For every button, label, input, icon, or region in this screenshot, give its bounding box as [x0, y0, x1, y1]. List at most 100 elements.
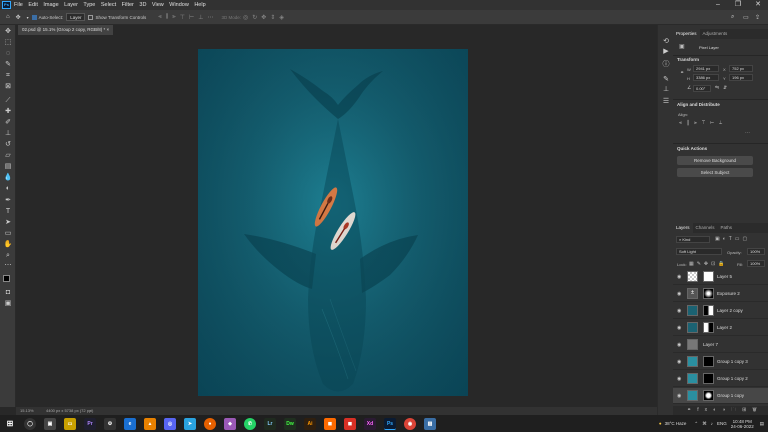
align-buttons-row[interactable]: ⫷⫼⫸⊤⊢⊥: [679, 120, 727, 126]
windows-start-icon[interactable]: ⊞: [4, 418, 16, 430]
visibility-eye-icon[interactable]: ◉: [677, 308, 681, 314]
close-icon[interactable]: ✕: [748, 0, 768, 10]
gradient-tool-icon[interactable]: ▤: [2, 162, 14, 171]
visibility-eye-icon[interactable]: ◉: [677, 393, 681, 399]
visibility-eye-icon[interactable]: ◉: [677, 291, 681, 297]
history-icon[interactable]: ⟲: [661, 37, 671, 45]
menu-3d[interactable]: 3D: [139, 2, 146, 8]
clock[interactable]: 10:48 PM 24-06-2022: [731, 419, 754, 429]
more-options-icon[interactable]: ⋯: [207, 14, 213, 21]
illustrator-icon[interactable]: Ai: [304, 417, 316, 430]
healing-brush-tool-icon[interactable]: ✚: [2, 107, 14, 116]
volume-icon[interactable]: ♪: [711, 421, 713, 426]
hand-tool-icon[interactable]: ✋: [2, 240, 14, 249]
flip-horizontal-icon[interactable]: ⇋: [715, 85, 719, 91]
move-tool-icon[interactable]: ✥: [2, 27, 14, 36]
blend-mode-select[interactable]: Soft Light: [676, 248, 722, 255]
firefox-icon[interactable]: ●: [204, 417, 216, 430]
info-icon[interactable]: ⓘ: [661, 59, 671, 69]
close-tab-icon[interactable]: ×: [107, 27, 110, 32]
tray-chevron-icon[interactable]: ⌃: [694, 421, 698, 427]
app-orange-icon[interactable]: ◼: [324, 417, 336, 430]
actions-icon[interactable]: ▶: [661, 47, 671, 55]
auto-select-target-select[interactable]: Layer: [66, 13, 86, 21]
pen-tool-icon[interactable]: ✒: [2, 196, 14, 205]
dreamweaver-icon[interactable]: Dw: [284, 417, 296, 430]
menu-image[interactable]: Image: [43, 2, 58, 8]
document-dimensions[interactable]: 4400 px x 5738 px (72 ppi): [46, 407, 93, 415]
align-left-icon[interactable]: ⫷: [158, 14, 161, 21]
menu-file[interactable]: File: [14, 2, 23, 8]
restore-icon[interactable]: ❐: [728, 0, 748, 10]
zoom-level[interactable]: 15.13%: [20, 407, 34, 415]
type-tool-icon[interactable]: T: [2, 207, 14, 216]
language-indicator[interactable]: ENG: [717, 421, 727, 426]
menu-help[interactable]: Help: [194, 2, 205, 8]
history-brush-tool-icon[interactable]: ↺: [2, 140, 14, 149]
align-middle-icon[interactable]: ⊢: [189, 14, 194, 21]
notifications-icon[interactable]: ▤: [760, 421, 764, 427]
more-align-icon[interactable]: ⋯: [745, 130, 750, 136]
minimize-icon[interactable]: –: [708, 0, 728, 10]
width-field[interactable]: 2941 px: [693, 65, 719, 72]
app-red-icon[interactable]: ◼: [344, 417, 356, 430]
height-field[interactable]: 3386 px: [693, 74, 719, 81]
share-icon[interactable]: ⇪: [755, 14, 760, 21]
layer-filter-icons[interactable]: ▣◐T▭▢: [715, 236, 750, 242]
remove-background-button[interactable]: Remove Background: [677, 156, 753, 165]
layer-row-group-1-copy-2[interactable]: ◉ Group 1 copy 2: [673, 371, 768, 387]
menu-select[interactable]: Select: [101, 2, 116, 8]
photos-icon[interactable]: ▨: [424, 417, 436, 430]
vlc-icon[interactable]: ▲: [144, 417, 156, 430]
eraser-tool-icon[interactable]: ▱: [2, 151, 14, 160]
align-right-icon[interactable]: ⫸: [172, 14, 175, 21]
layers-footer-buttons[interactable]: ⚭fx◐◑🗀⊞🗑: [673, 406, 768, 415]
lock-icons[interactable]: ▦✎✥⊡🔒: [689, 261, 728, 267]
tab-layers[interactable]: Layers: [673, 223, 693, 233]
visibility-eye-icon[interactable]: ◉: [677, 359, 681, 365]
clone-stamp-tool-icon[interactable]: ⊥: [2, 129, 14, 138]
auto-select-checkbox[interactable]: [31, 14, 37, 20]
settings-icon[interactable]: ⚙: [104, 417, 116, 430]
xd-icon[interactable]: Xd: [364, 417, 376, 430]
visibility-eye-icon[interactable]: ◉: [677, 376, 681, 382]
layer-row-layer-5[interactable]: ◉ Layer 5: [673, 269, 768, 285]
menu-type[interactable]: Type: [83, 2, 95, 8]
align-section-title[interactable]: Align and Distribute: [677, 102, 720, 107]
shape-tool-icon[interactable]: ▭: [2, 229, 14, 238]
quick-actions-title[interactable]: Quick Actions: [677, 146, 707, 151]
3d-roll-icon[interactable]: ↻: [252, 14, 257, 21]
task-view-icon[interactable]: ▣: [44, 417, 56, 430]
home-icon[interactable]: ⌂: [6, 14, 10, 20]
paragraph-icon[interactable]: ☰: [661, 97, 671, 105]
document-canvas[interactable]: [198, 49, 468, 396]
app-icon[interactable]: ◆: [224, 417, 236, 430]
brush-tool-icon[interactable]: ✐: [2, 118, 14, 127]
select-subject-button[interactable]: Select Subject: [677, 168, 753, 177]
tool-preset-chevron-icon[interactable]: ▾: [27, 15, 29, 20]
zoom-tool-icon[interactable]: ⌕: [2, 251, 14, 260]
frame-tool-icon[interactable]: ⊠: [2, 82, 14, 91]
search-icon[interactable]: ◯: [24, 417, 36, 430]
align-top-icon[interactable]: ⊤: [180, 14, 185, 21]
visibility-eye-icon[interactable]: ◉: [677, 342, 681, 348]
angle-field[interactable]: 0.00°: [693, 85, 711, 92]
dodge-tool-icon[interactable]: ◐: [2, 184, 14, 193]
opacity-field[interactable]: 100%: [747, 248, 765, 255]
edit-toolbar-icon[interactable]: ⋯: [2, 261, 14, 270]
tab-adjustments[interactable]: Adjustments: [700, 29, 731, 39]
menu-layer[interactable]: Layer: [64, 2, 78, 8]
search-icon[interactable]: ⌕: [731, 14, 734, 21]
3d-orbit-icon[interactable]: ◎: [243, 14, 248, 21]
visibility-eye-icon[interactable]: ◉: [677, 325, 681, 331]
photoshop-taskbar-icon[interactable]: Ps: [384, 417, 396, 430]
blur-tool-icon[interactable]: 💧: [2, 173, 14, 182]
3d-pan-icon[interactable]: ✥: [261, 14, 266, 21]
layer-row-exposure-2[interactable]: ◉ ± Exposure 2: [673, 286, 768, 302]
menu-edit[interactable]: Edit: [28, 2, 37, 8]
layer-row-layer-7[interactable]: ◉ Layer 7: [673, 337, 768, 353]
tab-paths[interactable]: Paths: [718, 223, 736, 233]
explorer-icon[interactable]: ▭: [64, 417, 76, 430]
fill-field[interactable]: 100%: [747, 260, 765, 267]
marquee-tool-icon[interactable]: ⬚: [2, 38, 14, 47]
